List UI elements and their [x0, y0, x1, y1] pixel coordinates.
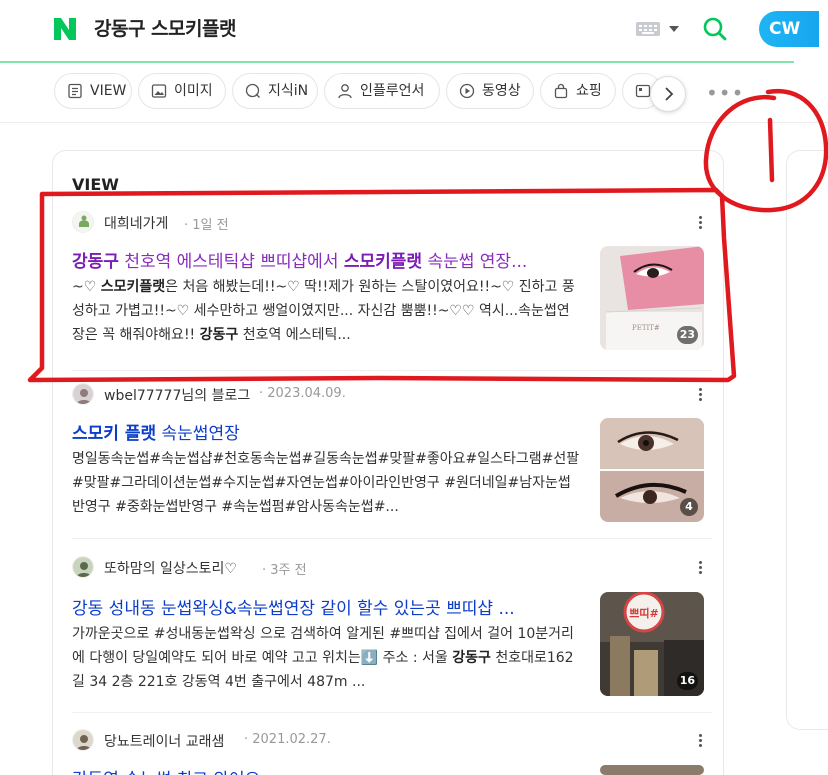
- bag-icon: [554, 83, 568, 99]
- result-divider: [72, 370, 712, 371]
- title-text: 속눈썹 연장...: [422, 252, 528, 272]
- tab-influencer[interactable]: 인플루언서: [324, 73, 440, 109]
- result-divider: [72, 712, 712, 713]
- search-tab-bar: VIEW 이미지 지식iN 인플루언서 동영상 쇼핑 •••: [0, 63, 828, 123]
- result-thumbnail[interactable]: 4: [600, 418, 704, 522]
- tab-label: 쇼핑: [576, 83, 602, 99]
- result-description[interactable]: 가까운곳으로 #성내동눈썹왁싱 으로 검색하여 알게된 #쁘띠샵 집에서 걸어 …: [72, 622, 582, 694]
- post-date: · 3주 전: [262, 563, 307, 578]
- source-name[interactable]: 또하맘의 일상스토리♡: [104, 558, 237, 578]
- source-name[interactable]: 대희네가게: [104, 213, 168, 233]
- title-text: 속눈썹연장: [156, 424, 240, 444]
- tab-label: VIEW: [90, 83, 127, 99]
- chevron-down-icon[interactable]: [669, 26, 679, 32]
- result-thumbnail[interactable]: [600, 765, 704, 775]
- source-avatar[interactable]: [72, 729, 94, 751]
- more-options-icon[interactable]: [696, 213, 706, 231]
- post-date: · 1일 전: [184, 218, 229, 233]
- source-avatar[interactable]: [72, 556, 94, 578]
- tab-kin[interactable]: 지식iN: [232, 73, 318, 109]
- desc-text: 천호역 에스테틱...: [238, 327, 351, 343]
- search-header: 강동구 스모키플랫 CW: [0, 0, 828, 63]
- desc-highlight: 강동구: [199, 327, 239, 343]
- result-title[interactable]: 강동구 천호역 에스테틱샵 쁘띠샵에서 스모키플랫 속눈썹 연장...: [72, 247, 582, 272]
- source-avatar[interactable]: [72, 211, 94, 233]
- post-date: · 2021.02.27.: [244, 732, 331, 747]
- post-date: · 2023.04.09.: [259, 386, 346, 401]
- post-date-value: 2021.02.27.: [252, 732, 331, 747]
- keyboard-icon[interactable]: [636, 22, 660, 36]
- title-highlight: 스모키 플랫: [72, 424, 157, 444]
- result-item[interactable]: 대희네가게 · 1일 전 강동구 천호역 에스테틱샵 쁘띠샵에서 스모키플랫 속…: [72, 211, 712, 351]
- image-icon: [151, 84, 167, 98]
- more-menu-icon[interactable]: •••: [706, 81, 744, 105]
- post-date-value: 1일 전: [192, 218, 229, 233]
- result-title[interactable]: 강동역 속눈썹 최고 와어오: [72, 765, 582, 775]
- title-text: 천호역 에스테틱샵 쁘띠샵에서: [118, 252, 344, 272]
- qna-icon: [245, 83, 260, 98]
- title-highlight: 강동구: [72, 252, 119, 272]
- source-avatar[interactable]: [72, 383, 94, 405]
- result-item[interactable]: 당뇨트레이너 교래샘 · 2021.02.27. 강동역 속눈썹 최고 와어오: [72, 729, 712, 775]
- source-name[interactable]: 당뇨트레이너 교래샘: [104, 731, 224, 751]
- tab-view[interactable]: VIEW: [54, 73, 132, 109]
- image-count-badge: 23: [676, 326, 698, 344]
- tab-label: 동영상: [482, 83, 521, 99]
- news-icon: [635, 84, 651, 98]
- result-description[interactable]: ~♡ 스모키플랫은 처음 해봤는데!!~♡ 딱!!제가 원하는 스탈이였어요!!…: [72, 275, 582, 347]
- result-item[interactable]: wbel77777님의 블로그 · 2023.04.09. 스모키 플랫 속눈썹…: [72, 383, 712, 523]
- more-options-icon[interactable]: [696, 558, 706, 576]
- title-highlight: 스모키플랫: [343, 252, 423, 272]
- chevron-right-icon: [665, 87, 674, 101]
- post-date-value: 3주 전: [270, 563, 307, 578]
- result-description[interactable]: 명일동속눈썹#속눈썹샵#천호동속눈썹#길동속눈썹#맞팔#좋아요#일스타그램#선팔…: [72, 447, 582, 519]
- play-icon: [459, 83, 475, 99]
- post-date-value: 2023.04.09.: [267, 386, 346, 401]
- result-thumbnail[interactable]: 쁘띠# 16: [600, 592, 704, 696]
- sign-text: 쁘띠#: [629, 606, 658, 620]
- tab-label: 이미지: [174, 83, 213, 99]
- user-avatar-button[interactable]: CW: [759, 11, 819, 47]
- tab-image[interactable]: 이미지: [138, 73, 226, 109]
- tab-label: 지식iN: [268, 83, 309, 99]
- person-icon: [338, 84, 352, 99]
- search-query[interactable]: 강동구 스모키플랫: [94, 14, 236, 41]
- naver-logo-icon[interactable]: [52, 16, 78, 42]
- tab-scroll-next-button[interactable]: [650, 76, 686, 112]
- result-thumbnail[interactable]: PETIT# 23: [600, 246, 704, 350]
- result-divider: [72, 538, 712, 539]
- result-title[interactable]: 스모키 플랫 속눈썹연장: [72, 419, 582, 444]
- result-item[interactable]: 또하맘의 일상스토리♡ · 3주 전 강동 성내동 눈썹왁싱&속눈썹연장 같이 …: [72, 556, 712, 696]
- more-options-icon[interactable]: [696, 385, 706, 403]
- tab-shopping[interactable]: 쇼핑: [540, 73, 616, 109]
- tab-label: 인플루언서: [360, 83, 425, 99]
- thumb-brand-text: PETIT#: [632, 324, 660, 332]
- image-count-badge: 16: [676, 672, 698, 690]
- source-name[interactable]: wbel77777님의 블로그: [104, 385, 250, 405]
- desc-highlight: 강동구: [452, 650, 491, 666]
- tab-video[interactable]: 동영상: [446, 73, 534, 109]
- section-title: VIEW: [72, 175, 119, 194]
- more-options-icon[interactable]: [696, 731, 706, 749]
- document-icon: [68, 83, 82, 99]
- side-panel-edge: [786, 150, 828, 730]
- result-title[interactable]: 강동 성내동 눈썹왁싱&속눈썹연장 같이 할수 있는곳 쁘띠샵 ...: [72, 594, 582, 619]
- desc-highlight: 스모키플랫: [100, 279, 166, 295]
- search-icon[interactable]: [702, 16, 728, 42]
- image-count-badge: 4: [680, 498, 698, 516]
- desc-text: ~♡: [72, 279, 101, 295]
